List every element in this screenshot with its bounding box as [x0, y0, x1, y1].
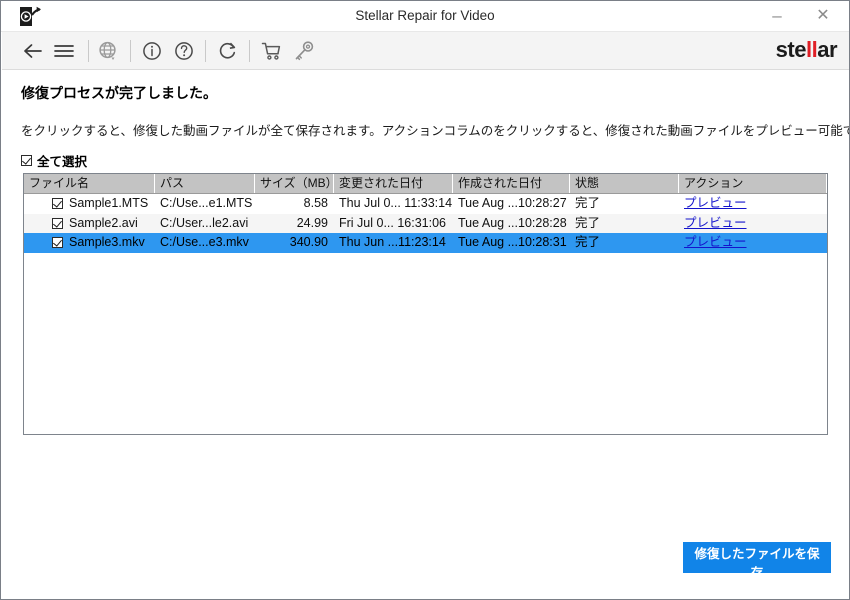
cell-size: 8.58 — [303, 196, 328, 210]
cell-action: プレビュー — [679, 194, 827, 214]
toolbar-separator — [249, 40, 250, 62]
cell-status: 完了 — [575, 215, 601, 230]
logo-prefix: ste — [775, 37, 807, 62]
cell-created: Tue Aug ...10:28:27 — [458, 196, 567, 210]
row-checkbox[interactable] — [52, 198, 63, 210]
column-header-created[interactable]: 作成された日付 — [453, 174, 570, 193]
cell-modified: Fri Jul 0... 16:31:06 — [339, 215, 447, 230]
cell-status: 完了 — [575, 235, 601, 249]
row-checkbox[interactable] — [52, 237, 63, 249]
logo-suffix: ar — [817, 37, 837, 62]
column-header-status[interactable]: 状態 — [570, 174, 679, 193]
cell-size: 24.99 — [296, 215, 328, 230]
cell-created: Tue Aug ...10:28:31 — [458, 235, 567, 249]
column-header-path[interactable]: パス — [155, 174, 255, 193]
table-row[interactable]: Sample1.MTS C:/Use...e1.MTS 8.58 Thu Jul 0.… — [24, 194, 827, 214]
preview-link[interactable]: プレビュー — [684, 235, 747, 249]
file-name-label: Sample3.mkv — [69, 235, 145, 249]
select-all-checkbox[interactable]: 全て選択 — [21, 151, 87, 170]
cell-action: プレビュー — [679, 214, 827, 234]
cell-size: 340.90 — [289, 235, 328, 249]
key-activation-icon[interactable] — [291, 38, 317, 64]
save-repaired-files-button[interactable]: 修復したファイルを保存 — [683, 542, 831, 580]
preview-link[interactable]: プレビュー — [684, 196, 747, 210]
back-arrow-icon[interactable] — [20, 38, 46, 64]
column-header-size[interactable]: サイズ（MB） — [255, 174, 334, 193]
window-title: Stellar Repair for Video — [355, 8, 495, 23]
file-name-label: Sample1.MTS — [69, 196, 149, 210]
close-button[interactable]: ✕ — [801, 1, 845, 31]
logo-accent: ll — [805, 37, 818, 62]
table-body: Sample1.MTS C:/Use...e1.MTS 8.58 Thu Jul 0.… — [24, 194, 827, 253]
select-all-checkbox-box[interactable] — [21, 155, 32, 166]
cell-file-name: Sample2.avi — [24, 214, 155, 234]
toolbar-separator — [130, 40, 131, 62]
toolbar-separator — [205, 40, 206, 62]
globe-language-icon[interactable] — [95, 38, 121, 64]
table-row[interactable]: Sample2.avi C:/User...le2.avi 24.99 Fri Jul… — [24, 213, 827, 234]
cell-path: C:/Use...e3.mkv — [160, 235, 249, 249]
row-checkbox[interactable] — [52, 217, 63, 229]
column-header-modified[interactable]: 変更された日付 — [334, 174, 453, 193]
stellar-logo: stellar — [775, 37, 838, 62]
cell-path: C:/Use...e1.MTS — [160, 196, 253, 210]
cell-file-name: Sample3.mkv — [24, 233, 155, 253]
cell-path: C:/User...le2.avi — [160, 215, 249, 230]
cell-file-name: Sample1.MTS — [24, 194, 155, 214]
file-name-label: Sample2.avi — [69, 215, 138, 230]
cart-icon[interactable] — [259, 38, 285, 64]
cell-created: Tue Aug ...10:28:28 — [458, 215, 567, 230]
minimize-button[interactable]: – — [755, 1, 799, 31]
table-header-row: ファイル名 パス サイズ（MB） 変更された日付 作成された日付 状態 アクション — [24, 174, 827, 194]
cell-action: プレビュー — [679, 233, 827, 253]
cell-modified: Thu Jun ...11:23:14 — [339, 235, 446, 249]
cell-modified: Thu Jul 0... 11:33:14 — [339, 196, 453, 210]
hamburger-menu-icon[interactable] — [51, 38, 77, 64]
select-all-label: 全て選択 — [37, 155, 88, 169]
info-icon[interactable] — [139, 38, 165, 64]
column-header-file[interactable]: ファイル名 — [24, 174, 155, 193]
page-title: 修復プロセスが完了しました。 — [21, 85, 217, 101]
preview-link[interactable]: プレビュー — [684, 216, 747, 230]
video-repair-app-icon — [17, 5, 43, 29]
column-header-action[interactable]: アクション — [679, 174, 827, 193]
table-row[interactable]: Sample3.mkv C:/Use...e3.mkv 340.90 Thu Jun … — [24, 233, 827, 253]
instruction-text: をクリックすると、修復した動画ファイルが全て保存されます。アクションコラムのをク… — [21, 124, 850, 138]
title-bar: Stellar Repair for Video – ✕ — [1, 1, 849, 32]
cell-status: 完了 — [575, 196, 601, 210]
toolbar-separator — [88, 40, 89, 62]
refresh-icon[interactable] — [215, 38, 241, 64]
toolbar — [2, 32, 849, 70]
application-window: Stellar Repair for Video – ✕ stellar 修復プ… — [0, 0, 850, 600]
repaired-files-table: ファイル名 パス サイズ（MB） 変更された日付 作成された日付 状態 アクション Samp… — [23, 173, 828, 435]
help-icon[interactable] — [171, 38, 197, 64]
